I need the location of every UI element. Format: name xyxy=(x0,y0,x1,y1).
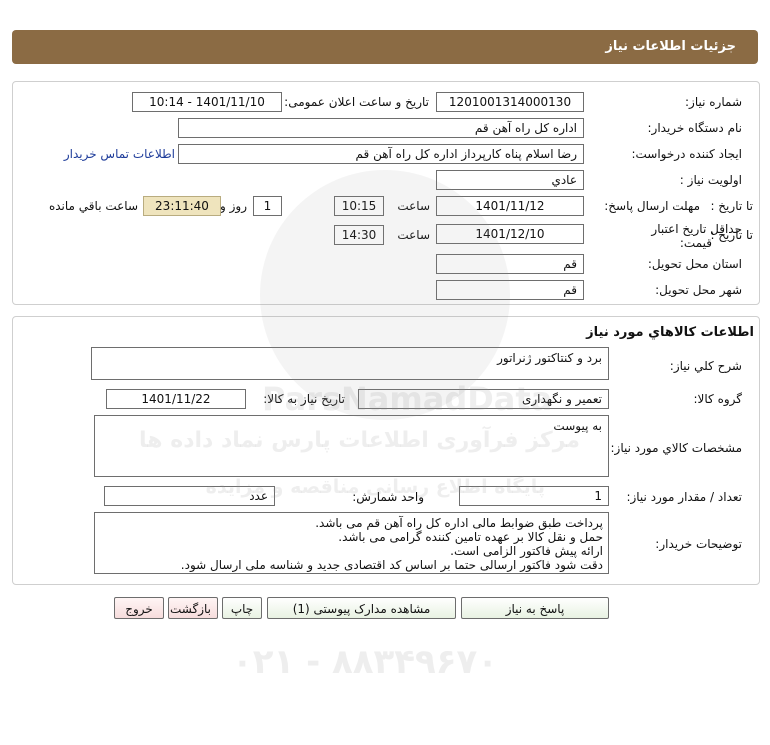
validity-to-date-label: تا تاریخ : xyxy=(710,228,753,242)
need-details-panel xyxy=(12,81,760,305)
notes-label: توضیحات خریدار: xyxy=(655,537,742,551)
specs-label: مشخصات کالاي مورد نياز: xyxy=(610,441,742,455)
reply-date-field: 1401/11/12 xyxy=(436,196,584,216)
buyer-org-label: نام دستگاه خریدار: xyxy=(647,121,743,135)
qty-label: تعداد / مقدار مورد نیاز: xyxy=(626,490,742,504)
reply-time-field: 10:15 xyxy=(334,196,384,216)
print-button[interactable]: چاپ xyxy=(222,597,262,619)
goods-section-title: اطلاعات کالاهاي مورد نياز xyxy=(586,325,754,340)
need-date-field: 1401/11/22 xyxy=(106,389,246,409)
back-button[interactable]: بازگشت xyxy=(168,597,218,619)
requester-field: رضا اسلام پناه کارپرداز اداره کل راه آهن… xyxy=(178,144,584,164)
reply-button[interactable]: پاسخ به نیاز xyxy=(461,597,609,619)
buyer-contact-link[interactable]: اطلاعات تماس خریدار xyxy=(64,147,175,161)
note-line: ارائه پیش فاکتور الزامی است. xyxy=(450,544,603,558)
specs-field: به پیوست xyxy=(94,415,609,477)
reply-to-date-label: تا تاریخ : xyxy=(710,199,753,213)
validity-time-field: 14:30 xyxy=(334,225,384,245)
province-field: قم xyxy=(436,254,584,274)
requester-label: ایجاد کننده درخواست: xyxy=(631,147,742,161)
watermark-phone: ۰۲۱ - ۸۸۳۴۹۶۷۰ xyxy=(232,642,499,682)
remaining-time-field: 23:11:40 xyxy=(143,196,221,216)
city-field: قم xyxy=(436,280,584,300)
summary-label: شرح کلي نياز: xyxy=(669,359,742,373)
days-label: روز و xyxy=(220,199,247,213)
unit-label: واحد شمارش: xyxy=(352,490,424,504)
announce-field: 1401/11/10 - 10:14 xyxy=(132,92,282,112)
priority-label: اولویت نیاز : xyxy=(679,173,742,187)
note-line: پرداخت طبق ضوابط مالی اداره کل راه آهن ق… xyxy=(315,516,603,530)
note-line: حمل و نقل کالا بر عهده تامین کننده گرامی… xyxy=(338,530,603,544)
attachments-button[interactable]: مشاهده مدارک پیوستی (1) xyxy=(267,597,456,619)
validity-time-label: ساعت xyxy=(397,228,430,242)
reply-time-label: ساعت xyxy=(397,199,430,213)
page-title-bar: جزئیات اطلاعات نیاز xyxy=(12,30,758,64)
city-label: شهر محل تحویل: xyxy=(655,283,742,297)
note-line: دقت شود فاکتور ارسالی حتما بر اساس کد اق… xyxy=(180,558,603,572)
remaining-label: ساعت باقي مانده xyxy=(48,199,138,213)
qty-field: 1 xyxy=(459,486,609,506)
group-label: گروه کالا: xyxy=(693,392,743,406)
summary-field: برد و کنتاکتور ژنراتور xyxy=(91,347,609,380)
exit-button[interactable]: خروج xyxy=(114,597,164,619)
buyer-org-field: اداره کل راه آهن قم xyxy=(178,118,584,138)
notes-field: پرداخت طبق ضوابط مالی اداره کل راه آهن ق… xyxy=(94,512,609,574)
province-label: استان محل تحویل: xyxy=(647,257,742,271)
need-number-label: شماره نیاز: xyxy=(685,95,742,109)
validity-label-2: قیمت: xyxy=(679,236,712,250)
group-field: تعمیر و نگهداری xyxy=(358,389,609,409)
validity-date-field: 1401/12/10 xyxy=(436,224,584,244)
days-field: 1 xyxy=(253,196,282,216)
announce-label: تاریخ و ساعت اعلان عمومی: xyxy=(284,95,429,109)
priority-field: عادي xyxy=(436,170,584,190)
need-date-label: تاریخ نیاز به کالا: xyxy=(263,392,345,406)
page-title: جزئیات اطلاعات نیاز xyxy=(605,39,736,54)
reply-deadline-label: مهلت ارسال پاسخ: xyxy=(604,199,700,213)
unit-field: عدد xyxy=(104,486,275,506)
need-number-field: 1201001314000130 xyxy=(436,92,584,112)
